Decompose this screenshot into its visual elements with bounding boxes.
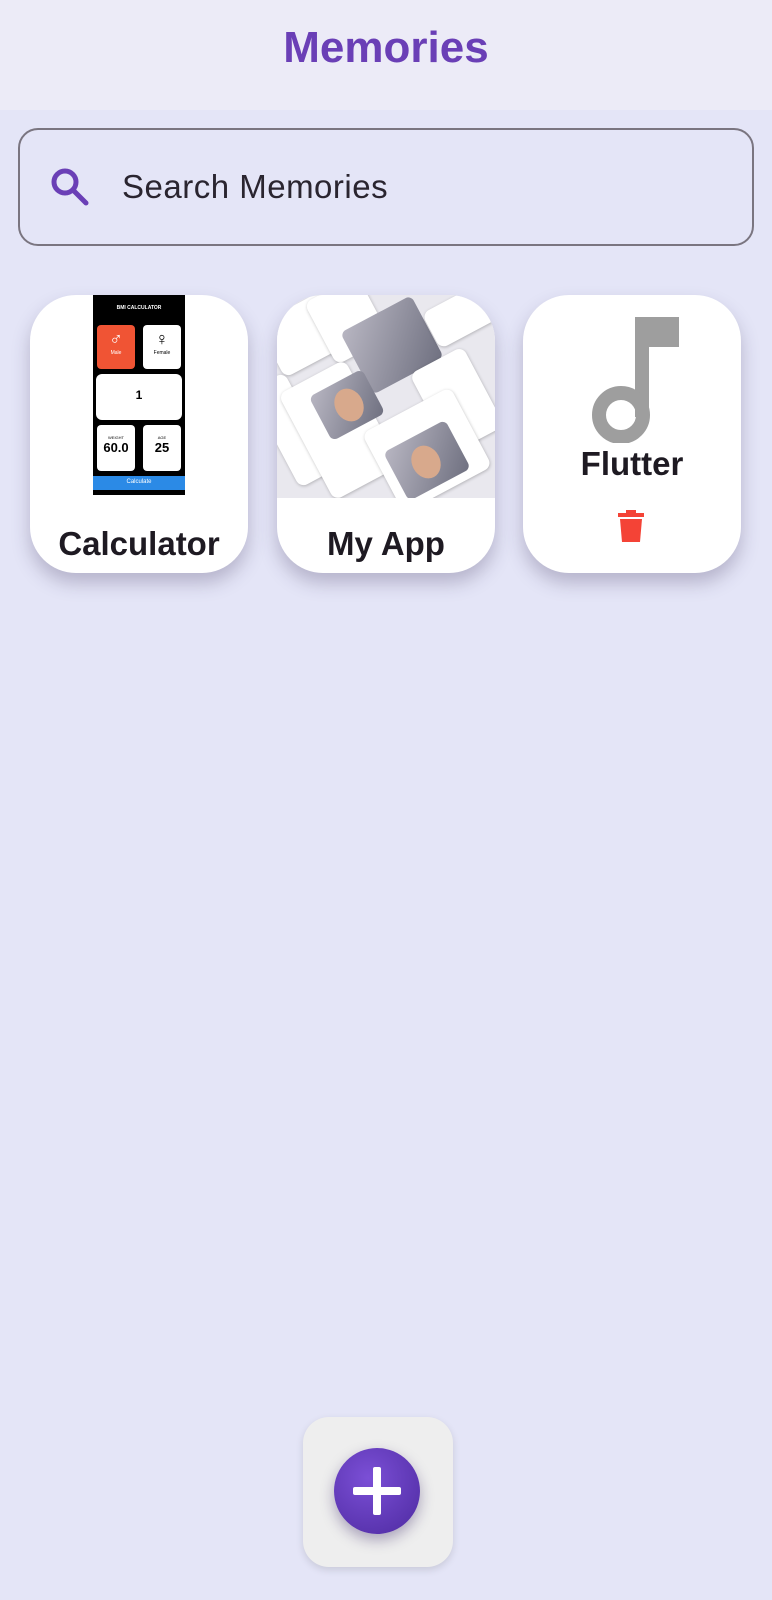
trash-icon[interactable] [618, 510, 644, 542]
page-title: Memories [283, 23, 489, 72]
male-label: Male [110, 350, 122, 356]
search-placeholder: Search Memories [122, 168, 389, 205]
male-tile: ♂ Male [97, 325, 135, 369]
height-tile: 1 [96, 374, 182, 420]
memory-card-calculator[interactable]: BMI CALCULATOR ♂ Male ♀ Female 1 WEIGHT 60… [30, 295, 248, 573]
fab-container [303, 1417, 453, 1567]
app-screenshot-thumbnail [277, 295, 495, 498]
memory-label: My App [327, 525, 445, 562]
memory-card-my-app[interactable]: My App [277, 295, 495, 573]
add-memory-button[interactable] [334, 1448, 420, 1534]
memory-card-flutter[interactable]: Flutter [523, 295, 741, 573]
height-value: 1 [135, 388, 143, 402]
music-note-icon [592, 317, 679, 443]
app-bar: Memories [0, 0, 772, 110]
female-label: Female [153, 350, 171, 356]
calculator-thumbnail: BMI CALCULATOR ♂ Male ♀ Female 1 WEIGHT 60… [93, 295, 185, 495]
weight-tile: WEIGHT 60.0 [97, 425, 135, 471]
calculate-button-preview: Calculate [93, 476, 185, 490]
search-input[interactable]: Search Memories [18, 128, 754, 246]
age-value: 25 [154, 440, 170, 455]
age-tile: AGE 25 [143, 425, 181, 471]
search-icon [51, 168, 89, 206]
memory-label: Calculator [58, 525, 220, 562]
plus-icon [353, 1467, 401, 1515]
weight-value: 60.0 [103, 440, 129, 455]
memory-label: Flutter [580, 445, 684, 482]
female-tile: ♀ Female [143, 325, 181, 369]
thumbnail-header: BMI CALCULATOR [116, 305, 162, 311]
